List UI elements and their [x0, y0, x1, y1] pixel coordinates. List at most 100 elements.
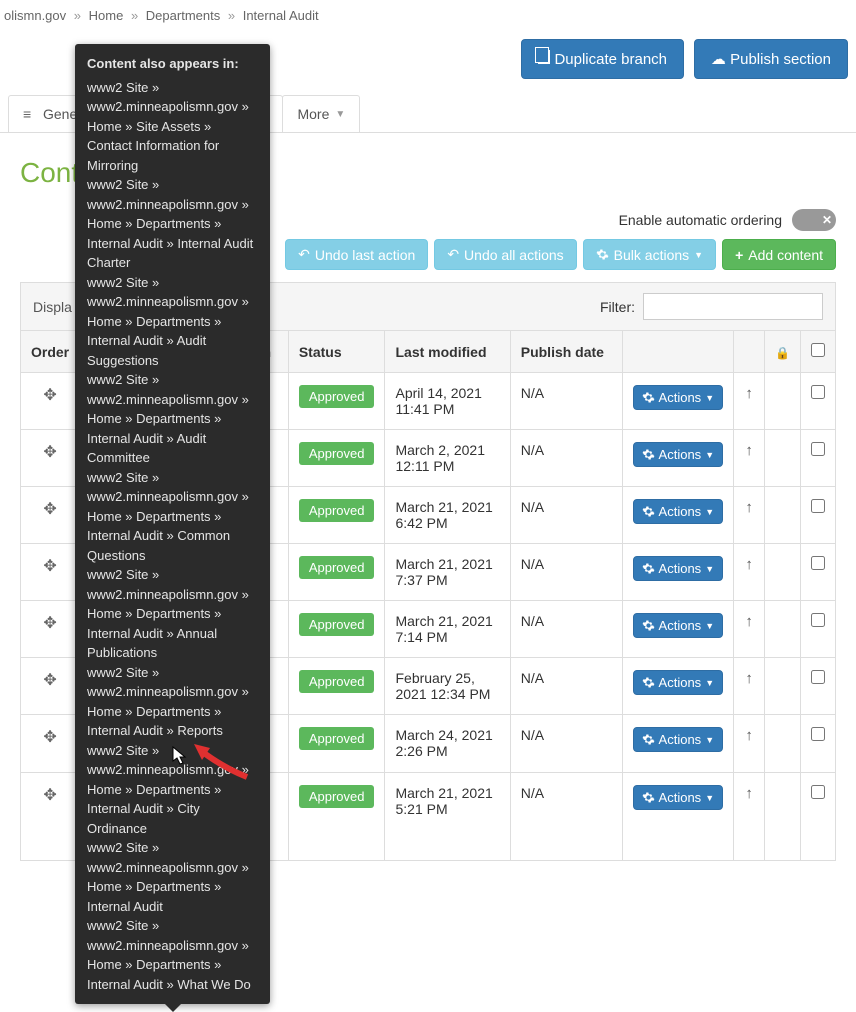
move-up-button[interactable]: ↑ — [745, 727, 753, 744]
sliders-icon — [23, 106, 37, 122]
tooltip-path: www2 Site » www2.minneapolismn.gov » Hom… — [87, 175, 258, 273]
tooltip-path: www2 Site » www2.minneapolismn.gov » Hom… — [87, 916, 258, 994]
row-actions-button[interactable]: Actions ▼ — [633, 442, 724, 467]
lock-cell — [765, 544, 801, 601]
undo-all-button[interactable]: Undo all actions — [434, 239, 576, 270]
move-up-button[interactable]: ↑ — [745, 556, 753, 573]
tooltip-path: www2 Site » www2.minneapolismn.gov » Hom… — [87, 273, 258, 371]
status-badge: Approved — [299, 556, 375, 579]
status-badge: Approved — [299, 785, 375, 808]
cloud-icon — [711, 51, 726, 68]
annotation-arrow — [192, 742, 252, 782]
row-actions-button[interactable]: Actions ▼ — [633, 556, 724, 581]
col-modified[interactable]: Last modified — [385, 331, 510, 373]
publish-cell: N/A — [510, 373, 622, 430]
publish-cell: N/A — [510, 715, 622, 773]
bulk-actions-button[interactable]: Bulk actions ▼ — [583, 239, 716, 270]
publish-cell: N/A — [510, 487, 622, 544]
col-status[interactable]: Status — [288, 331, 385, 373]
publish-cell: N/A — [510, 601, 622, 658]
breadcrumb-item[interactable]: olismn.gov — [4, 8, 66, 23]
caret-down-icon: ▼ — [335, 109, 345, 120]
undo-icon — [447, 246, 459, 263]
filter-input[interactable] — [643, 293, 823, 320]
move-handle[interactable]: ✥ — [43, 787, 56, 804]
row-actions-button[interactable]: Actions ▼ — [633, 499, 724, 524]
row-actions-button[interactable]: Actions ▼ — [633, 385, 724, 410]
move-handle[interactable]: ✥ — [43, 558, 56, 575]
col-publish[interactable]: Publish date — [510, 331, 622, 373]
row-actions-button[interactable]: Actions ▼ — [633, 670, 724, 695]
modified-cell: March 2, 2021 12:11 PM — [385, 430, 510, 487]
move-up-button[interactable]: ↑ — [745, 442, 753, 459]
publish-cell: N/A — [510, 773, 622, 861]
lock-cell — [765, 430, 801, 487]
status-badge: Approved — [299, 442, 375, 465]
modified-cell: March 21, 2021 6:42 PM — [385, 487, 510, 544]
lock-cell — [765, 715, 801, 773]
col-arrow — [734, 331, 765, 373]
row-checkbox[interactable] — [811, 442, 825, 456]
tooltip-path: www2 Site » www2.minneapolismn.gov » Hom… — [87, 838, 258, 916]
move-handle[interactable]: ✥ — [43, 672, 56, 689]
lock-cell — [765, 658, 801, 715]
modified-cell: March 21, 2021 7:14 PM — [385, 601, 510, 658]
row-checkbox[interactable] — [811, 785, 825, 799]
row-checkbox[interactable] — [811, 556, 825, 570]
move-up-button[interactable]: ↑ — [745, 385, 753, 402]
select-all-checkbox[interactable] — [811, 343, 825, 357]
row-checkbox[interactable] — [811, 613, 825, 627]
modified-cell: April 14, 2021 11:41 PM — [385, 373, 510, 430]
duplicate-branch-button[interactable]: Duplicate branch — [521, 39, 684, 79]
col-check-all[interactable] — [800, 331, 835, 373]
move-up-button[interactable]: ↑ — [745, 613, 753, 630]
status-badge: Approved — [299, 385, 375, 408]
publish-cell: N/A — [510, 658, 622, 715]
row-actions-button[interactable]: Actions ▼ — [633, 785, 724, 810]
cursor-pointer — [172, 746, 188, 766]
lock-cell — [765, 601, 801, 658]
move-handle[interactable]: ✥ — [43, 501, 56, 518]
enable-ordering-toggle[interactable]: ✕ — [792, 209, 836, 231]
col-order[interactable]: Order — [21, 331, 80, 373]
row-actions-button[interactable]: Actions ▼ — [633, 613, 724, 638]
row-checkbox[interactable] — [811, 727, 825, 741]
move-up-button[interactable]: ↑ — [745, 670, 753, 687]
row-checkbox[interactable] — [811, 385, 825, 399]
col-actions — [622, 331, 734, 373]
row-actions-button[interactable]: Actions ▼ — [633, 727, 724, 752]
move-handle[interactable]: ✥ — [43, 729, 56, 746]
tooltip-title: Content also appears in: — [87, 54, 258, 74]
gear-icon — [596, 248, 609, 261]
breadcrumb-item[interactable]: Home — [89, 8, 124, 23]
undo-last-button[interactable]: Undo last action — [285, 239, 428, 270]
move-up-button[interactable]: ↑ — [745, 499, 753, 516]
breadcrumb-item[interactable]: Internal Audit — [243, 8, 319, 23]
tab-more[interactable]: More ▼ — [282, 95, 360, 132]
tooltip-path: www2 Site » www2.minneapolismn.gov » Hom… — [87, 663, 258, 741]
filter-label: Filter: — [600, 299, 635, 315]
undo-icon — [298, 246, 310, 263]
modified-cell: March 21, 2021 7:37 PM — [385, 544, 510, 601]
publish-cell: N/A — [510, 544, 622, 601]
copy-icon — [538, 50, 550, 64]
lock-cell — [765, 373, 801, 430]
move-handle[interactable]: ✥ — [43, 615, 56, 632]
caret-down-icon: ▼ — [694, 250, 703, 260]
tooltip-path: www2 Site » www2.minneapolismn.gov » Hom… — [87, 78, 258, 176]
display-label: Displa — [33, 299, 72, 315]
row-checkbox[interactable] — [811, 670, 825, 684]
breadcrumb-item[interactable]: Departments — [146, 8, 220, 23]
move-handle[interactable]: ✥ — [43, 387, 56, 404]
publish-section-button[interactable]: Publish section — [694, 39, 848, 79]
modified-cell: March 21, 2021 5:21 PM — [385, 773, 510, 861]
modified-cell: February 25, 2021 12:34 PM — [385, 658, 510, 715]
col-lock — [765, 331, 801, 373]
lock-cell — [765, 487, 801, 544]
add-content-button[interactable]: Add content — [722, 239, 836, 270]
move-handle[interactable]: ✥ — [43, 444, 56, 461]
row-checkbox[interactable] — [811, 499, 825, 513]
move-up-button[interactable]: ↑ — [745, 785, 753, 802]
status-badge: Approved — [299, 727, 375, 750]
breadcrumb: olismn.gov » Home » Departments » Intern… — [0, 0, 856, 31]
